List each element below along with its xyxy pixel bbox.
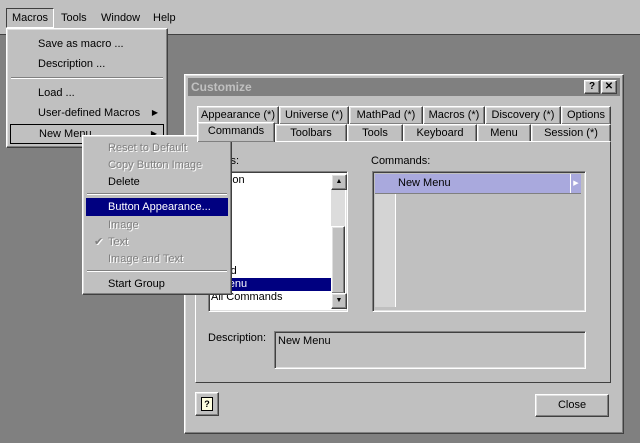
tab-universe[interactable]: Universe (*) [279,106,349,125]
commands-label: Commands: [371,155,431,167]
description-label: Description: [208,332,267,344]
checkmark-icon: ✔ [94,236,104,248]
command-arrow-icon: ▶ [570,174,581,193]
dialog-title: Customize [191,80,252,94]
tab-options[interactable]: Options [561,106,611,125]
menu-item-user-defined-macros[interactable]: User-defined Macros ▶ [10,104,164,122]
menu-item-copy-button-image: Copy Button Image [108,159,203,171]
command-icon-column [375,194,396,307]
submenu-arrow-icon: ▶ [151,108,158,117]
menu-item-delete[interactable]: Delete [86,173,228,191]
menu-macros[interactable]: Macros [6,8,55,28]
close-title-button[interactable]: ✕ [601,80,617,94]
menu-item-load[interactable]: Load ... [10,84,164,102]
scroll-down-arrow-icon[interactable]: ▼ [331,293,347,309]
commands-list[interactable]: New Menu ▶ [372,171,586,312]
menu-help[interactable]: Help [148,9,181,27]
menu-item-image-and-text: Image and Text [108,253,184,265]
macros-menu: Save as macro ... Description ... Load .… [6,28,168,148]
help-title-button[interactable]: ? [584,80,600,94]
menu-item-image: Image [108,219,139,231]
tab-mathpad[interactable]: MathPad (*) [349,106,423,125]
scroll-thumb[interactable] [331,226,345,294]
scroll-up-arrow-icon[interactable]: ▲ [331,174,347,190]
tab-page: gories: oration ros s dow p ory ph hPad … [195,141,611,383]
tab-discovery[interactable]: Discovery (*) [485,106,561,125]
tab-macros[interactable]: Macros (*) [423,106,485,125]
menu-window[interactable]: Window [96,9,145,27]
menu-item-text: ✔ Text [86,233,228,251]
menu-item-button-appearance[interactable]: Button Appearance... [86,198,228,216]
close-button[interactable]: Close [535,394,609,417]
menu-tools[interactable]: Tools [56,9,92,27]
tab-commands[interactable]: Commands [197,122,275,142]
dialog-title-bar: Customize ? ✕ [188,78,620,96]
menu-item-start-group[interactable]: Start Group [86,275,228,293]
menu-item-save-as-macro[interactable]: Save as macro ... [10,35,164,53]
categories-scrollbar[interactable]: ▲ ▼ [331,174,347,309]
menu-separator [11,77,163,79]
new-menu-context-menu: Reset to Default Copy Button Image Delet… [82,135,232,295]
menu-item-description[interactable]: Description ... [10,55,164,73]
customize-dialog: Customize ? ✕ Appearance (*) Universe (*… [184,74,624,434]
description-box: New Menu [274,331,586,369]
menu-separator [87,193,227,195]
menu-separator [87,270,227,272]
command-new-menu[interactable]: New Menu ▶ [375,174,581,194]
help-button[interactable]: ? [195,392,219,416]
help-book-icon: ? [201,397,213,411]
